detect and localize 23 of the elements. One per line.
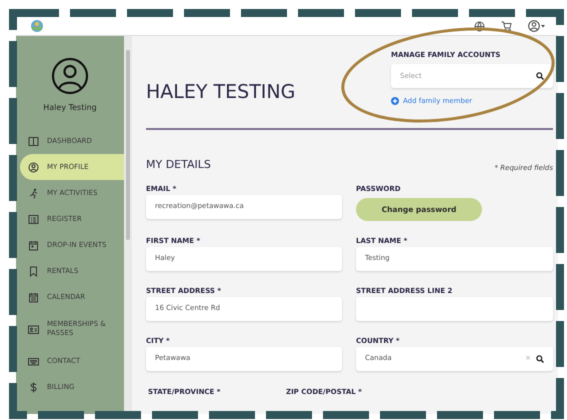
dollar-icon <box>28 382 39 392</box>
calendar-icon <box>28 292 39 302</box>
cart-icon[interactable] <box>501 20 512 32</box>
page-title: HALEY TESTING <box>146 80 296 105</box>
calendar-icon <box>28 240 39 250</box>
running-figure-icon <box>28 188 39 198</box>
search-icon[interactable] <box>536 354 544 363</box>
keyboard-icon <box>28 356 39 366</box>
input-field[interactable] <box>356 296 553 321</box>
logo-icon[interactable] <box>30 19 44 33</box>
dashboard-icon <box>28 136 39 146</box>
user-name: Haley Testing <box>43 102 97 114</box>
section-title: MY DETAILS <box>146 157 211 173</box>
user-circle-icon <box>28 162 39 172</box>
scrollbar-thumb[interactable] <box>126 50 130 240</box>
globe-icon[interactable] <box>474 20 485 32</box>
search-icon[interactable] <box>536 72 544 80</box>
account-menu-icon[interactable] <box>528 20 546 32</box>
bookmark-icon <box>28 266 39 276</box>
list-icon <box>28 214 39 224</box>
avatar-icon <box>51 57 89 95</box>
plus-circle-icon <box>391 97 399 105</box>
id-card-icon <box>28 324 39 334</box>
